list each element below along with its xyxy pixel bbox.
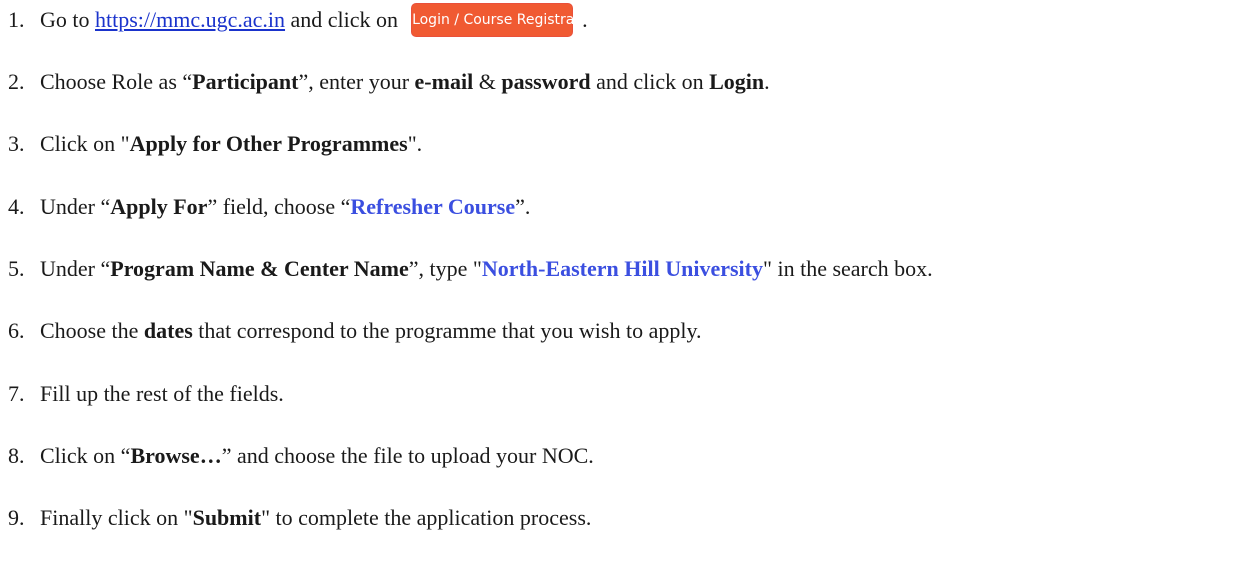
step-number: 5. <box>8 256 25 281</box>
step-text-part: . <box>764 69 770 94</box>
step-text-part: . <box>582 7 588 32</box>
step-highlight: Refresher Course <box>350 194 516 219</box>
step-text-part: Fill up the rest of the fields. <box>40 381 284 406</box>
step-text-part: ". <box>407 131 423 156</box>
step-text: Go to https://mmc.ugc.ac.in and click on… <box>40 4 601 36</box>
step-text-part: " in the search box. <box>763 256 933 281</box>
step-number: 9. <box>8 505 25 530</box>
mmc-link[interactable]: https://mmc.ugc.ac.in <box>95 7 285 33</box>
step-emphasis: password <box>501 69 591 94</box>
step-number: 6. <box>8 318 25 343</box>
instruction-list: 1. Go to https://mmc.ugc.ac.in and click… <box>0 0 1255 576</box>
step-text-part: Finally click on " <box>40 505 193 530</box>
step-text-part: ” and choose the file to upload your NOC… <box>221 443 594 468</box>
step-text: Finally click on " Submit " to complete th… <box>40 505 591 531</box>
step-emphasis: e-mail <box>414 69 474 94</box>
step-number: 1. <box>8 7 25 32</box>
step-text: Under “Apply For” field, choose “Refresh… <box>40 194 530 220</box>
step-text-part: Click on " <box>40 131 130 156</box>
step-number: 4. <box>8 194 25 219</box>
step-text: Fill up the rest of the fields. <box>40 381 284 407</box>
step-text: Click on “Browse…” and choose the file t… <box>40 443 594 469</box>
step-highlight: North-Eastern Hill University <box>481 256 763 281</box>
step-emphasis: Apply For <box>110 194 208 219</box>
step-text-part: Choose Role as “ <box>40 69 193 94</box>
step-text-part: ”, type " <box>408 256 482 281</box>
step-text-part: ”, enter your <box>298 69 415 94</box>
step-text-part: Under “ <box>40 194 111 219</box>
step-text-part: and click on <box>590 69 710 94</box>
step-text-part: & <box>473 69 502 94</box>
step-text-part: that correspond to the programme that yo… <box>192 318 702 343</box>
step-text-part: ”. <box>515 194 531 219</box>
step-emphasis: dates <box>143 318 193 343</box>
step-text: Choose Role as “Participant”, enter your… <box>40 69 770 95</box>
step-emphasis: Participant <box>192 69 299 94</box>
step-text-part: Choose the <box>40 318 144 343</box>
step-text-part: Go to <box>40 7 95 32</box>
step-text-part: Click on “ <box>40 443 131 468</box>
step-text-part: ” field, choose “ <box>207 194 351 219</box>
step-emphasis: Apply for Other Programmes <box>129 131 408 156</box>
step-text: Choose the dates that correspond to the … <box>40 318 702 344</box>
step-text-part: and click on <box>285 7 399 32</box>
login-course-registration-button[interactable]: Login / Course Registration <box>412 4 601 36</box>
step-text: Click on " Apply for Other Programmes ". <box>40 131 422 157</box>
step-emphasis: Browse… <box>130 443 222 468</box>
step-text-part: Under “ <box>40 256 111 281</box>
step-text-part: " to complete the application process. <box>261 505 592 530</box>
step-emphasis: Login <box>709 69 765 94</box>
step-emphasis: Program Name & Center Name <box>110 256 409 281</box>
step-number: 3. <box>8 131 25 156</box>
step-number: 7. <box>8 381 25 406</box>
step-number: 8. <box>8 443 25 468</box>
step-text: Under “Program Name & Center Name”, type… <box>40 256 933 282</box>
step-emphasis: Submit <box>192 505 262 530</box>
step-number: 2. <box>8 69 25 94</box>
